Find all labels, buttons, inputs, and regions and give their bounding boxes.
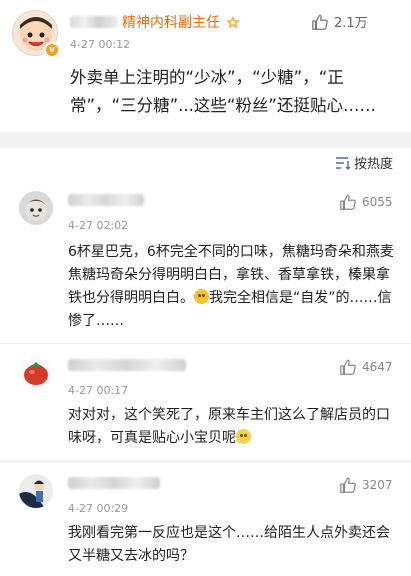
thumbs-up-icon bbox=[340, 359, 356, 375]
commenter-name-redacted[interactable] bbox=[68, 194, 144, 206]
sort-label: 按热度 bbox=[353, 157, 393, 172]
commenter-avatar[interactable] bbox=[19, 191, 53, 225]
comment-text: 我刚看完第一反应也是这个……给陌生人点外卖还会又半糖又去冰的吗？ bbox=[68, 525, 390, 564]
commenter-name-redacted[interactable] bbox=[68, 477, 160, 489]
comment-like-button[interactable]: 6055 bbox=[339, 193, 393, 211]
comment-like-count: 4647 bbox=[362, 360, 393, 374]
thumbs-up-icon bbox=[312, 14, 328, 30]
sort-bar: 按热度 bbox=[0, 148, 411, 174]
smirk-emoji-icon bbox=[194, 289, 209, 304]
sort-by-popularity-button[interactable]: 按热度 bbox=[335, 153, 393, 172]
comment-item: 4-27 00:17 4647 对对对，这个笑死了，原来车主们这么了解店员的口味… bbox=[0, 343, 411, 461]
comment-time: 4-27 00:29 bbox=[68, 502, 129, 515]
commenter-name-redacted[interactable] bbox=[68, 359, 186, 371]
figure-avatar-illustration bbox=[19, 474, 53, 508]
comment-item: 4-27 02:02 6055 6杯星巴克，6杯完全不同的口味，焦糖玛奇朵和燕麦… bbox=[0, 174, 411, 343]
comment-text-part: 对对对，这个笑死了，原来车主们这么了解店员的口味呀，可真是贴心小宝贝呢 bbox=[68, 407, 390, 446]
hehe-emoji-icon bbox=[236, 429, 251, 444]
comment-like-button[interactable]: 3207 bbox=[339, 476, 393, 494]
thumbs-up-icon bbox=[340, 477, 356, 493]
post-like-button[interactable]: 2.1万 bbox=[311, 12, 368, 31]
comment-item: 4-27 00:29 3207 我刚看完第一反应也是这个……给陌生人点外卖还会又… bbox=[0, 461, 411, 576]
verified-badge-icon: v bbox=[44, 42, 60, 58]
commenter-avatar[interactable] bbox=[19, 356, 53, 390]
author-name-redacted bbox=[70, 16, 118, 28]
baby-avatar-illustration bbox=[19, 191, 53, 225]
commenter-avatar[interactable] bbox=[19, 474, 53, 508]
comment-list: 4-27 02:02 6055 6杯星巴克，6杯完全不同的口味，焦糖玛奇朵和燕麦… bbox=[0, 174, 411, 576]
comment-like-count: 3207 bbox=[362, 478, 393, 492]
author-name[interactable]: 精神内科副主任 bbox=[122, 12, 220, 32]
comment-text: 6杯星巴克，6杯完全不同的口味，焦糖玛奇朵和燕麦焦糖玛奇朵分得明明白白，拿铁、香… bbox=[68, 241, 398, 333]
comment-like-count: 6055 bbox=[362, 195, 393, 209]
level-badge-icon bbox=[226, 15, 240, 28]
top-comment-card: v 精神内科副主任 4-27 00:12 2.1万 外卖单上注明的“少冰”，“少… bbox=[0, 0, 411, 132]
comment-text: 对对对，这个笑死了，原来车主们这么了解店员的口味呀，可真是贴心小宝贝呢 bbox=[68, 404, 398, 450]
tomato-avatar-illustration bbox=[19, 356, 53, 390]
comment-time: 4-27 00:17 bbox=[68, 384, 129, 397]
post-time: 4-27 00:12 bbox=[70, 38, 131, 51]
author-name-row[interactable]: 精神内科副主任 bbox=[70, 12, 241, 32]
sort-icon bbox=[335, 156, 351, 170]
thumbs-up-icon bbox=[340, 194, 356, 210]
post-text: 外卖单上注明的“少冰”，“少糖”，“正常”，“三分糖”...这些“粉丝”还挺贴心… bbox=[70, 68, 376, 115]
post-like-count: 2.1万 bbox=[334, 16, 368, 31]
comment-time: 4-27 02:02 bbox=[68, 219, 129, 232]
comment-like-button[interactable]: 4647 bbox=[339, 358, 393, 376]
